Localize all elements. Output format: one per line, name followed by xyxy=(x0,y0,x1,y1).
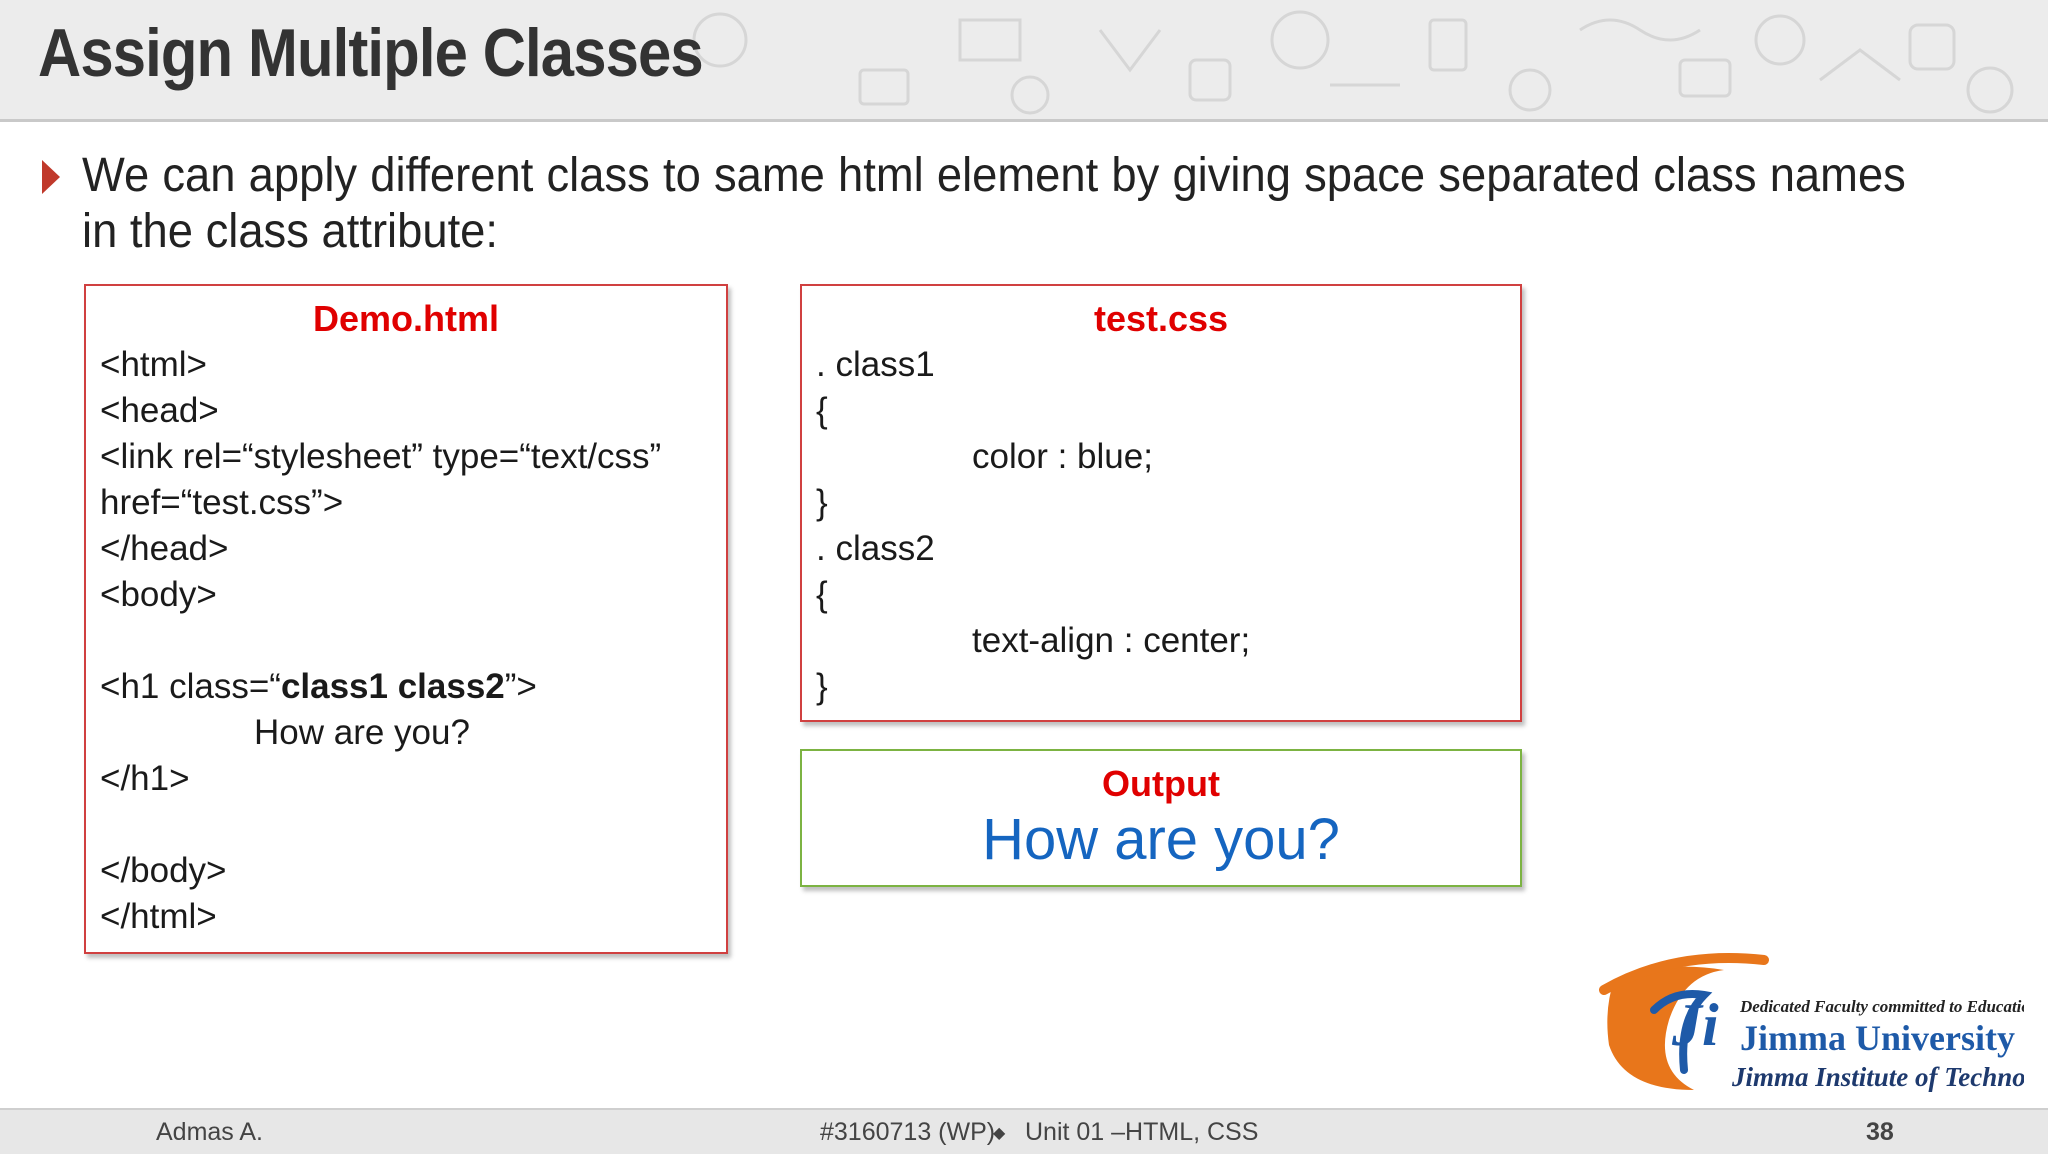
code-line: . class2 xyxy=(816,529,935,568)
code-line-h1-open: <h1 class=“class1 class2”> xyxy=(100,664,537,710)
footer-unit: Unit 01 –HTML, CSS xyxy=(1025,1118,1259,1146)
code-line: color : blue; xyxy=(972,437,1153,476)
code-line: </body> xyxy=(100,851,227,890)
bullet-text: We can apply different class to same htm… xyxy=(82,149,1906,258)
code-line: </html> xyxy=(100,897,217,936)
slide-footer: Admas A. #3160713 (WP) ◆ Unit 01 –HTML, … xyxy=(0,1108,2048,1154)
svg-text:Ji: Ji xyxy=(1671,992,1719,1058)
slide-title: Assign Multiple Classes xyxy=(38,15,704,91)
css-box-title: test.css xyxy=(1093,298,1229,339)
test-css-box: test.css . class1 { color : blue; } . cl… xyxy=(800,284,1522,722)
footer-separator-icon: ◆ xyxy=(993,1125,1006,1142)
bullet-arrow-icon xyxy=(42,160,60,194)
jimma-university-logo: Ji Dedicated Faculty committed to Educat… xyxy=(1599,953,2024,1092)
code-line: <link rel=“stylesheet” type=“text/css” xyxy=(100,437,662,476)
code-line: { xyxy=(816,575,828,614)
code-text: ”> xyxy=(504,667,537,706)
page-number: 38 xyxy=(1866,1118,1894,1146)
demo-box-title: Demo.html xyxy=(312,298,499,339)
code-line: </head> xyxy=(100,529,229,568)
logo-tagline: Dedicated Faculty committed to Education xyxy=(1739,997,2024,1016)
code-line: . class1 xyxy=(816,345,935,384)
code-line: href=“test.css”> xyxy=(100,483,344,522)
logo-institute-name: Jimma Institute of Technology xyxy=(1731,1062,2024,1092)
code-line: } xyxy=(816,483,828,522)
output-box: Output How are you? xyxy=(800,749,1522,887)
code-line: } xyxy=(816,667,828,706)
code-line: text-align : center; xyxy=(972,621,1251,660)
output-preview-text: How are you? xyxy=(982,807,1340,872)
code-line: <head> xyxy=(100,391,219,430)
footer-course-code: #3160713 (WP) xyxy=(820,1118,996,1146)
code-text: <h1 class=“ xyxy=(100,667,281,706)
logo-university-name: Jimma University xyxy=(1740,1018,2015,1058)
code-line: <body> xyxy=(100,575,217,614)
demo-html-box: Demo.html <html> <head> <link rel=“style… xyxy=(84,284,728,954)
output-box-title: Output xyxy=(1102,763,1220,804)
code-line: </h1> xyxy=(100,759,190,798)
code-line: How are you? xyxy=(254,713,470,752)
slide-header: Assign Multiple Classes xyxy=(0,0,2048,122)
code-line: <html> xyxy=(100,345,207,384)
code-line: { xyxy=(816,391,828,430)
class-names-highlight: class1 class2 xyxy=(280,667,505,706)
footer-author: Admas A. xyxy=(156,1118,263,1146)
